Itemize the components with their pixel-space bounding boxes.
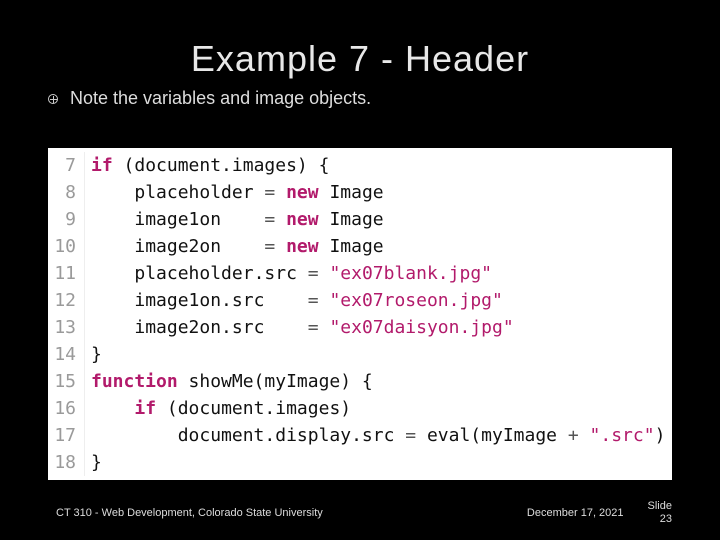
code-line: placeholder.src = "ex07blank.jpg" (91, 260, 665, 287)
slide-footer: CT 310 - Web Development, Colorado State… (0, 500, 720, 526)
line-number: 7 (54, 152, 76, 179)
code-line: image2on.src = "ex07daisyon.jpg" (91, 314, 665, 341)
line-number: 12 (54, 287, 76, 314)
line-number: 9 (54, 206, 76, 233)
code-line: if (document.images) { (91, 152, 665, 179)
line-number: 16 (54, 395, 76, 422)
code-line: document.display.src = eval(myImage + ".… (91, 422, 665, 449)
line-number: 14 (54, 341, 76, 368)
line-number: 15 (54, 368, 76, 395)
bullet-item: Note the variables and image objects. (0, 88, 720, 109)
code-line: } (91, 449, 665, 476)
code-line: placeholder = new Image (91, 179, 665, 206)
footer-date: December 17, 2021 (527, 507, 624, 519)
line-number: 10 (54, 233, 76, 260)
code-line: } (91, 341, 665, 368)
code-line: if (document.images) (91, 395, 665, 422)
line-number: 11 (54, 260, 76, 287)
line-number: 13 (54, 314, 76, 341)
bullet-icon (48, 94, 58, 104)
slide-title: Example 7 - Header (0, 0, 720, 80)
code-line: function showMe(myImage) { (91, 368, 665, 395)
line-number-gutter: 789101112131415161718 (48, 152, 85, 476)
footer-course: CT 310 - Web Development, Colorado State… (56, 507, 323, 519)
code-block: 789101112131415161718 if (document.image… (48, 148, 672, 480)
bullet-text: Note the variables and image objects. (70, 88, 371, 109)
slide-number: Slide23 (648, 500, 672, 526)
code-line: image2on = new Image (91, 233, 665, 260)
line-number: 17 (54, 422, 76, 449)
code-line: image1on.src = "ex07roseon.jpg" (91, 287, 665, 314)
line-number: 8 (54, 179, 76, 206)
code-content: if (document.images) { placeholder = new… (85, 152, 665, 476)
line-number: 18 (54, 449, 76, 476)
code-line: image1on = new Image (91, 206, 665, 233)
